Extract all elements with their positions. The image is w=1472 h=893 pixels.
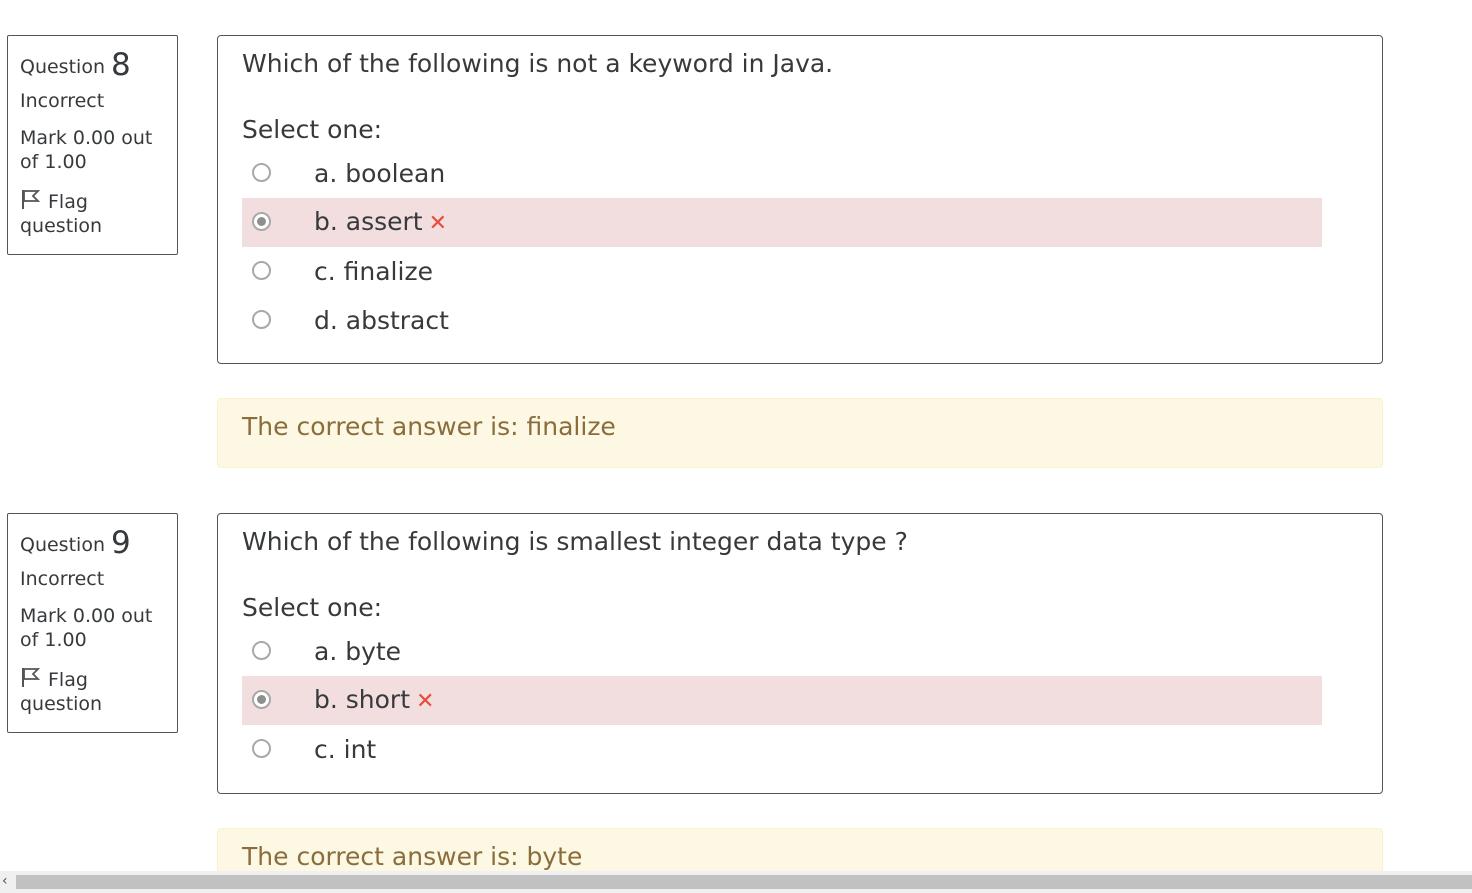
question-text: Which of the following is not a keyword …	[242, 49, 834, 78]
chevron-left-icon[interactable]: ‹	[2, 873, 8, 889]
flag-question-link[interactable]: Flag question	[20, 188, 165, 238]
flag-icon	[22, 190, 41, 209]
question-label: Question	[20, 56, 105, 78]
question-info-8: Question 8 Incorrect Mark 0.00 out of 1.…	[7, 35, 178, 255]
answer-option[interactable]: c. finalize	[242, 247, 1322, 296]
question-grade: Mark 0.00 out of 1.00	[20, 605, 153, 651]
radio-button-checked[interactable]	[252, 690, 271, 709]
question-formulation-9: Which of the following is smallest integ…	[217, 513, 1383, 794]
scrollbar-thumb[interactable]	[16, 875, 1472, 889]
answer-label: b. assert	[314, 206, 423, 236]
answer-label-wrap: b. assert ✕	[314, 207, 447, 239]
answer-option[interactable]: c. int	[242, 725, 1322, 774]
question-state: Incorrect	[20, 90, 105, 112]
radio-button[interactable]	[252, 163, 271, 182]
answer-label: c. finalize	[314, 256, 433, 286]
answer-label: a. boolean	[314, 158, 446, 188]
answer-option[interactable]: a. boolean	[242, 149, 1322, 198]
question-grade: Mark 0.00 out of 1.00	[20, 127, 153, 173]
question-formulation-8: Which of the following is not a keyword …	[217, 35, 1383, 364]
cross-icon: ✕	[428, 210, 448, 236]
answer-label: a. byte	[314, 636, 402, 666]
correct-answer-feedback: The correct answer is: finalize	[217, 398, 1383, 468]
question-info-9: Question 9 Incorrect Mark 0.00 out of 1.…	[7, 513, 178, 733]
question-number: Question 9	[20, 526, 165, 562]
cross-icon: ✕	[416, 688, 435, 714]
quiz-review-page: Question 8 Incorrect Mark 0.00 out of 1.…	[0, 0, 1472, 871]
select-prompt: Select one:	[242, 115, 383, 144]
answer-option-selected-incorrect[interactable]: b. short ✕	[242, 676, 1322, 725]
radio-button-checked[interactable]	[252, 212, 271, 231]
answer-label: b. short	[314, 684, 411, 714]
answer-option-selected-incorrect[interactable]: b. assert ✕	[242, 198, 1322, 247]
question-number-value: 9	[111, 525, 131, 561]
question-state: Incorrect	[20, 568, 105, 590]
radio-button[interactable]	[252, 739, 271, 758]
question-label: Question	[20, 534, 105, 556]
flag-question-link[interactable]: Flag question	[20, 666, 165, 716]
answer-list: a. boolean b. assert ✕ c. finalize d. abs…	[242, 149, 1358, 345]
correct-answer-feedback: The correct answer is: byte	[217, 828, 1383, 871]
radio-button[interactable]	[252, 310, 271, 329]
question-number-value: 8	[111, 47, 131, 83]
question-text: Which of the following is smallest integ…	[242, 527, 908, 556]
flag-icon	[22, 668, 41, 687]
horizontal-scrollbar[interactable]: ‹	[0, 871, 1472, 893]
answer-label-wrap: b. short ✕	[314, 685, 434, 717]
answer-option[interactable]: a. byte	[242, 627, 1322, 676]
answer-label: d. abstract	[314, 305, 449, 335]
radio-button[interactable]	[252, 261, 271, 280]
question-number: Question 8	[20, 48, 165, 84]
select-prompt: Select one:	[242, 593, 383, 622]
radio-button[interactable]	[252, 641, 271, 660]
answer-option[interactable]: d. abstract	[242, 296, 1322, 345]
answer-list: a. byte b. short ✕ c. int	[242, 627, 1358, 774]
answer-label: c. int	[314, 734, 377, 764]
